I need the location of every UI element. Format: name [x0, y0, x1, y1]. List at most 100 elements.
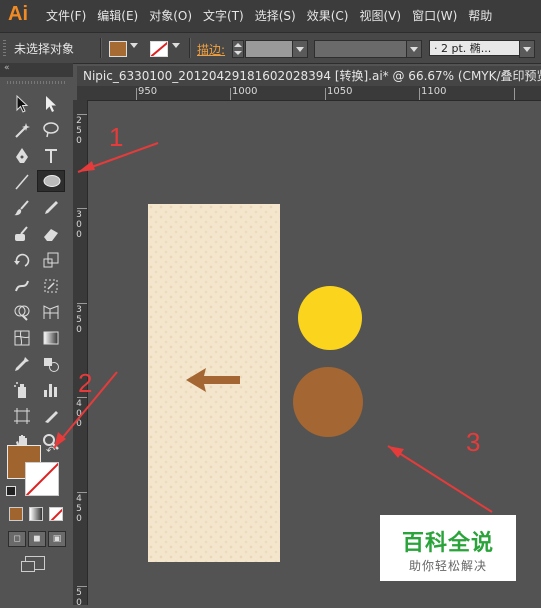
horizontal-ruler[interactable]: 950 1000 1050 1100: [77, 86, 541, 101]
watermark-logo: 百科全说 助你轻松解决: [380, 515, 516, 581]
color-mode-icon[interactable]: [9, 507, 23, 521]
artboard-tool-icon[interactable]: [9, 405, 35, 427]
ruler-tick: [77, 303, 87, 304]
stroke-weight-label[interactable]: 描边:: [197, 41, 225, 58]
control-bar-grip[interactable]: [3, 40, 6, 56]
fill-dropdown-icon[interactable]: [130, 43, 138, 48]
ruler-label: 1100: [421, 86, 447, 97]
blend-tool-icon[interactable]: [38, 353, 64, 375]
gradient-mode-icon[interactable]: [29, 507, 43, 521]
menu-file[interactable]: 文件(F): [46, 0, 93, 32]
ruler-tick: [77, 492, 87, 493]
ruler-label: 3 5 0: [76, 305, 82, 335]
document-tab[interactable]: Nipic_6330100_20120429181602028394 [转换].…: [77, 66, 541, 86]
menu-items: 文件(F) 编辑(E) 对象(O) 文字(T) 选择(S) 效果(C) 视图(V…: [46, 0, 503, 32]
ruler-tick: [77, 114, 87, 115]
ruler-tick: [514, 88, 515, 100]
swap-colors-icon[interactable]: ↶: [46, 444, 55, 457]
direct-selection-tool-icon[interactable]: [38, 93, 64, 115]
menu-type[interactable]: 文字(T): [203, 0, 251, 32]
brush-definition-field[interactable]: · 2 pt. 椭...: [429, 40, 533, 56]
menu-select[interactable]: 选择(S): [255, 0, 303, 32]
shape-builder-tool-icon[interactable]: [9, 301, 35, 323]
stroke-dropdown-icon[interactable]: [172, 43, 180, 48]
default-colors-icon[interactable]: [6, 486, 16, 496]
annotation-number-2: 2: [78, 368, 93, 398]
stroke-swatch[interactable]: [150, 41, 168, 57]
collapse-icon[interactable]: «: [4, 63, 10, 73]
ruler-tick: [136, 88, 137, 100]
stroke-color-box[interactable]: [25, 462, 59, 496]
left-arrow-shape[interactable]: [180, 364, 244, 396]
selection-status: 未选择对象: [14, 42, 75, 56]
ruler-label: 1050: [327, 86, 353, 97]
ruler-label: 950: [138, 86, 158, 97]
type-tool-icon[interactable]: [38, 145, 64, 167]
ruler-tick: [230, 88, 231, 100]
ruler-tick: [77, 586, 87, 587]
app-logo: Ai: [8, 3, 28, 25]
divider: [100, 38, 102, 58]
eyedropper-tool-icon[interactable]: [9, 353, 35, 375]
lasso-tool-icon[interactable]: [38, 119, 64, 141]
brown-circle[interactable]: [293, 367, 363, 437]
menu-view[interactable]: 视图(V): [359, 0, 408, 32]
menu-edit[interactable]: 编辑(E): [97, 0, 145, 32]
variable-width-field[interactable]: [314, 40, 408, 58]
variable-width-dropdown[interactable]: [406, 40, 422, 58]
control-bar: 未选择对象 描边: · 2 pt. 椭...: [0, 32, 541, 64]
tools-panel: « ↶ ◻ ◼ ▣: [0, 63, 73, 605]
draw-inside-icon[interactable]: ▣: [48, 531, 66, 547]
line-segment-tool-icon[interactable]: [9, 171, 35, 193]
warp-tool-icon[interactable]: [9, 275, 35, 297]
watermark-subtitle: 助你轻松解决: [408, 559, 487, 573]
blob-brush-tool-icon[interactable]: [9, 223, 35, 245]
menu-object[interactable]: 对象(O): [149, 0, 199, 32]
draw-normal-icon[interactable]: ◻: [8, 531, 26, 547]
menu-help[interactable]: 帮助: [468, 0, 499, 32]
ruler-label: 2 5 0: [76, 116, 82, 146]
stroke-weight-stepper[interactable]: [232, 40, 244, 58]
screen-mode-icon[interactable]: [21, 556, 45, 572]
gradient-tool-icon[interactable]: [38, 327, 64, 349]
stroke-weight-dropdown[interactable]: [292, 40, 308, 58]
menu-effect[interactable]: 效果(C): [307, 0, 356, 32]
ruler-label: 3 0 0: [76, 210, 82, 240]
selection-tool-icon[interactable]: [9, 93, 35, 115]
stroke-weight-field[interactable]: [245, 40, 293, 58]
ruler-tick: [419, 88, 420, 100]
eraser-tool-icon[interactable]: [38, 223, 64, 245]
yellow-circle[interactable]: [298, 286, 362, 350]
fill-swatch[interactable]: [109, 41, 127, 57]
column-graph-tool-icon[interactable]: [38, 379, 64, 401]
ellipse-tool-icon[interactable]: [37, 170, 65, 192]
document-title: Nipic_6330100_20120429181602028394 [转换].…: [83, 69, 541, 83]
vertical-ruler[interactable]: 2 5 0 3 0 0 3 5 0 4 0 0 4 5 0 5 0: [73, 100, 88, 608]
perspective-grid-tool-icon[interactable]: [38, 301, 64, 323]
menu-bar: Ai 文件(F) 编辑(E) 对象(O) 文字(T) 选择(S) 效果(C) 视…: [0, 0, 541, 32]
scale-tool-icon[interactable]: [38, 249, 64, 271]
tools-grip[interactable]: [7, 81, 67, 84]
rotate-tool-icon[interactable]: [9, 249, 35, 271]
menu-window[interactable]: 窗口(W): [412, 0, 464, 32]
free-transform-tool-icon[interactable]: [38, 275, 64, 297]
magic-wand-tool-icon[interactable]: [9, 119, 35, 141]
ruler-label: 4 5 0: [76, 494, 82, 524]
none-mode-icon[interactable]: [49, 507, 63, 521]
tools-panel-header: «: [0, 63, 73, 77]
brush-dropdown[interactable]: [519, 40, 535, 58]
pencil-tool-icon[interactable]: [38, 197, 64, 219]
ruler-tick: [77, 208, 87, 209]
draw-behind-icon[interactable]: ◼: [28, 531, 46, 547]
mesh-tool-icon[interactable]: [9, 327, 35, 349]
ruler-label: 5 0: [76, 588, 82, 608]
slice-tool-icon[interactable]: [38, 405, 64, 427]
annotation-number-3: 3: [466, 427, 481, 457]
paintbrush-tool-icon[interactable]: [9, 197, 35, 219]
ruler-label: 1000: [232, 86, 258, 97]
divider: [189, 38, 191, 58]
ruler-tick: [325, 88, 326, 100]
symbol-sprayer-tool-icon[interactable]: [9, 379, 35, 401]
annotation-number-1: 1: [109, 122, 124, 152]
pen-tool-icon[interactable]: [9, 145, 35, 167]
